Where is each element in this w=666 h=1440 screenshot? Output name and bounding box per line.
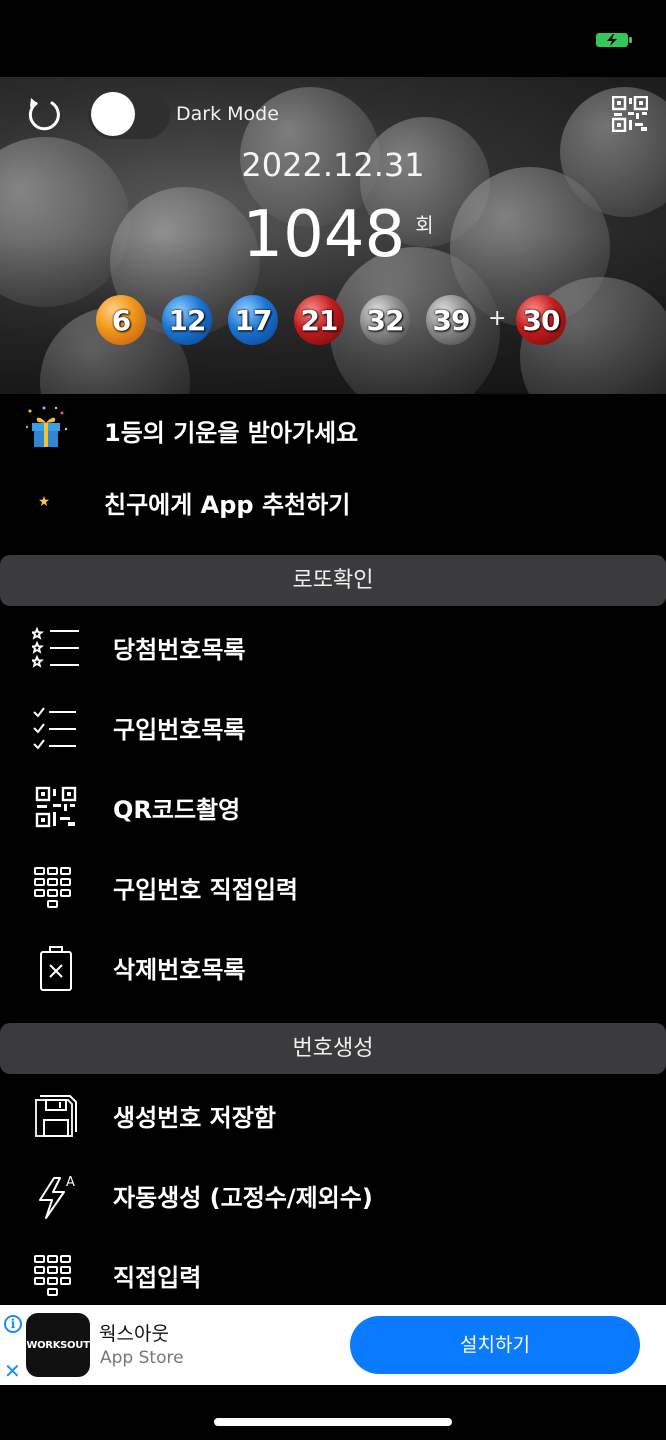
star-icon — [39, 496, 49, 506]
round-number: 1048 — [242, 198, 406, 272]
close-icon[interactable]: ✕ — [4, 1359, 21, 1383]
gift-icon — [25, 406, 68, 447]
star-list-icon — [32, 626, 79, 668]
menu-label: 구입번호 직접입력 — [113, 876, 298, 904]
ad-app-store-label: App Store — [100, 1348, 184, 1368]
winning-number-ball: 39 — [426, 295, 476, 345]
keypad-icon — [34, 1255, 71, 1296]
menu-item-winning-list[interactable]: 당첨번호목록 — [0, 606, 666, 686]
bonus-number-ball: 30 — [516, 295, 566, 345]
menu-label: 구입번호목록 — [113, 716, 246, 744]
promo-label-recommend: 친구에게 App 추천하기 — [104, 491, 351, 519]
check-list-icon — [33, 707, 76, 750]
winning-number-ball: 17 — [228, 295, 278, 345]
dark-mode-label: Dark Mode — [176, 103, 279, 125]
menu-label: 생성번호 저장함 — [113, 1104, 276, 1132]
winning-number-ball: 6 — [96, 295, 146, 345]
auto-flash-icon: A — [39, 1175, 75, 1219]
menu-label: 삭제번호목록 — [113, 956, 246, 984]
home-indicator[interactable] — [214, 1418, 452, 1426]
info-icon[interactable]: i — [4, 1315, 22, 1333]
toggle-knob — [91, 92, 135, 136]
dark-mode-toggle[interactable] — [88, 89, 170, 139]
ad-banner[interactable]: i ✕ WORKSOUT 웍스아웃 App Store 설치하기 — [0, 1305, 666, 1385]
winning-number-ball: 32 — [360, 295, 410, 345]
svg-text:A: A — [66, 1175, 75, 1190]
refresh-icon[interactable] — [24, 94, 64, 134]
winning-number-ball: 12 — [162, 295, 212, 345]
qr-scan-icon — [35, 786, 77, 828]
menu-item-manual-purchase-entry[interactable]: 구입번호 직접입력 — [0, 846, 666, 926]
winning-number-ball: 21 — [294, 295, 344, 345]
menu-label: 자동생성 (고정수/제외수) — [113, 1184, 373, 1212]
trash-icon — [40, 946, 72, 991]
ad-install-button[interactable]: 설치하기 — [350, 1316, 640, 1374]
promo-row-fortune[interactable]: 1등의 기운을 받아가세요 — [0, 393, 666, 465]
status-bar — [0, 0, 666, 77]
draw-date: 2022.12.31 — [241, 146, 425, 184]
section-header-check: 로또확인 — [0, 555, 666, 606]
promo-row-recommend[interactable]: 친구에게 App 추천하기 — [0, 465, 666, 537]
qr-code-icon[interactable] — [612, 96, 648, 132]
menu-item-auto-generate[interactable]: A 자동생성 (고정수/제외수) — [0, 1154, 666, 1234]
battery-charging-icon — [596, 33, 632, 47]
ad-app-title: 웍스아웃 — [99, 1323, 169, 1345]
round-suffix: 회 — [415, 213, 434, 237]
menu-item-manual-entry[interactable]: 직접입력 — [0, 1234, 666, 1314]
menu-item-saved-numbers[interactable]: 생성번호 저장함 — [0, 1074, 666, 1154]
ad-app-logo[interactable]: WORKSOUT — [26, 1313, 90, 1377]
section-header-generate: 번호생성 — [0, 1023, 666, 1074]
menu-label: 당첨번호목록 — [113, 636, 246, 664]
keypad-icon — [34, 867, 71, 908]
draw-round: 1048 회 — [0, 198, 666, 272]
menu-item-purchase-list[interactable]: 구입번호목록 — [0, 686, 666, 766]
menu-label: 직접입력 — [113, 1264, 202, 1292]
menu-item-deleted-list[interactable]: 삭제번호목록 — [0, 926, 666, 1006]
menu-item-qr-scan[interactable]: QR코드촬영 — [0, 766, 666, 846]
bonus-plus-sign: + — [488, 306, 507, 331]
menu-label: QR코드촬영 — [113, 796, 241, 824]
save-icon — [35, 1095, 77, 1137]
promo-label-fortune: 1등의 기운을 받아가세요 — [104, 419, 359, 447]
